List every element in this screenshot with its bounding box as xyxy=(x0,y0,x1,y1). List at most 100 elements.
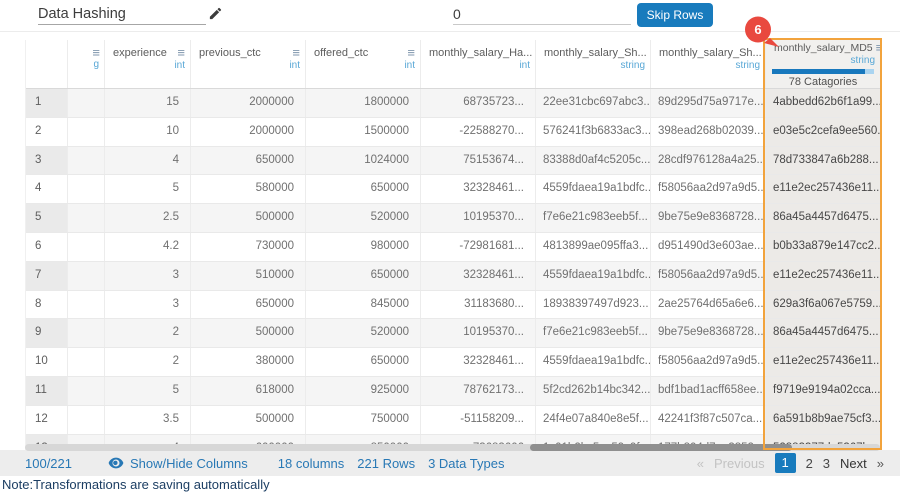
column-menu-icon[interactable]: ≡ xyxy=(177,47,185,58)
partial-column-cell xyxy=(68,89,105,117)
column-title: offered_ctc xyxy=(314,47,368,59)
table-cell: f58056aa2d97a9d5... xyxy=(651,262,766,290)
column-header-monthly_salary_Sh1[interactable]: monthly_salary_Sh...≡string xyxy=(536,40,651,88)
table-cell: 380000 xyxy=(191,348,306,376)
column-menu-icon[interactable]: ≡ xyxy=(292,47,300,58)
table-row: 10238000065000032328461...4559fdaea19a1b… xyxy=(26,348,881,377)
column-header-title-row: monthly_salary_MD5≡ xyxy=(766,40,880,54)
table-cell: 32328461... xyxy=(421,262,536,290)
table-cell: 83388d0af4c5205c... xyxy=(536,147,651,175)
table-cell: 980000 xyxy=(306,233,421,261)
column-menu-icon[interactable]: ≡ xyxy=(92,47,100,58)
category-progress-fill xyxy=(772,69,865,74)
dataset-stats: 18 columns 221 Rows 3 Data Types xyxy=(278,456,505,471)
table-cell: 9be75e9e8368728... xyxy=(651,204,766,232)
column-header-partial[interactable]: ≡g xyxy=(68,40,105,88)
table-cell: 78d733847a6b288... xyxy=(766,147,881,175)
pagination-page-1[interactable]: 1 xyxy=(775,453,796,473)
pagination-last-arrow[interactable]: » xyxy=(877,456,884,471)
table-cell: 520000 xyxy=(306,319,421,347)
transformation-title-input[interactable] xyxy=(38,4,206,25)
row-number: 8 xyxy=(26,291,68,319)
table-cell: 2ae25764d65a6e6... xyxy=(651,291,766,319)
table-cell: 22ee31cbc697abc3... xyxy=(536,89,651,117)
column-header-monthly_salary_MD5[interactable]: monthly_salary_MD5≡string78 Catagories xyxy=(766,40,881,88)
table-cell: 500000 xyxy=(191,319,306,347)
column-type-label: int xyxy=(421,59,535,71)
table-body: 1152000000180000068735723...22ee31cbc697… xyxy=(26,89,881,450)
table-cell: 618000 xyxy=(191,377,306,405)
row-number: 7 xyxy=(26,262,68,290)
partial-column-cell xyxy=(68,147,105,175)
table-cell: 3 xyxy=(105,291,191,319)
column-header-monthly_salary_Ha[interactable]: monthly_salary_Ha...≡int xyxy=(421,40,536,88)
show-hide-columns-button[interactable]: Show/Hide Columns xyxy=(108,456,248,471)
skip-rows-input[interactable] xyxy=(453,4,631,25)
column-header-previous_ctc[interactable]: previous_ctc≡int xyxy=(191,40,306,88)
table-cell: 68735723... xyxy=(421,89,536,117)
table-cell: 730000 xyxy=(191,233,306,261)
horizontal-scrollbar-thumb[interactable] xyxy=(530,444,792,451)
column-menu-icon[interactable]: ≡ xyxy=(876,42,881,53)
table-cell: 4 xyxy=(105,147,191,175)
datatypes-stat: 3 Data Types xyxy=(428,456,504,471)
table-cell: 9be75e9e8368728... xyxy=(651,319,766,347)
table-cell: 650000 xyxy=(191,147,306,175)
table-cell: 2 xyxy=(105,319,191,347)
step-count-badge: 6 xyxy=(741,16,781,55)
column-menu-icon[interactable]: ≡ xyxy=(407,47,415,58)
table-cell: 650000 xyxy=(191,291,306,319)
column-header-offered_ctc[interactable]: offered_ctc ≡int xyxy=(306,40,421,88)
column-type-label: g xyxy=(68,58,104,70)
table-cell: 31183680... xyxy=(421,291,536,319)
row-number: 3 xyxy=(26,147,68,175)
rows-stat: 221 Rows xyxy=(357,456,415,471)
column-header-experience[interactable]: experience≡int xyxy=(105,40,191,88)
row-count-indicator: 100/221 xyxy=(25,456,72,471)
table-cell: 5 xyxy=(105,175,191,203)
autosave-note: Note:Transformations are saving automati… xyxy=(2,477,270,492)
table-cell: 576241f3b6833ac3... xyxy=(536,118,651,146)
table-cell: d951490d3e603ae... xyxy=(651,233,766,261)
column-title: monthly_salary_MD5 xyxy=(774,42,873,54)
column-title: previous_ctc xyxy=(199,47,261,59)
table-cell: 650000 xyxy=(306,348,421,376)
table-cell: 1024000 xyxy=(306,147,421,175)
show-hide-columns-label: Show/Hide Columns xyxy=(130,456,248,471)
partial-column-cell xyxy=(68,233,105,261)
table-cell: f9719e9194a02cca... xyxy=(766,377,881,405)
table-cell: 925000 xyxy=(306,377,421,405)
pagination-previous[interactable]: Previous xyxy=(714,456,765,471)
table-cell: 510000 xyxy=(191,262,306,290)
pagination-page-2[interactable]: 2 xyxy=(806,456,813,471)
pagination: « Previous 1 2 3 Next » xyxy=(697,453,884,473)
table-cell: e11e2ec257436e11... xyxy=(766,262,881,290)
table-cell: f7e6e21c983eeb5f... xyxy=(536,319,651,347)
row-number: 12 xyxy=(26,406,68,434)
partial-column-cell xyxy=(68,175,105,203)
table-row: 34650000102400075153674...83388d0af4c520… xyxy=(26,147,881,176)
table-cell: 5f2cd262b14bc342... xyxy=(536,377,651,405)
table-cell: 650000 xyxy=(306,175,421,203)
pagination-first-arrow[interactable]: « xyxy=(697,456,704,471)
table-cell: 10195370... xyxy=(421,204,536,232)
table-row: 7351000065000032328461...4559fdaea19a1bd… xyxy=(26,262,881,291)
table-cell: 6a591b8b9ae75cf3... xyxy=(766,406,881,434)
table-cell: 629a3f6a067e5759... xyxy=(766,291,881,319)
skip-rows-button[interactable]: Skip Rows xyxy=(637,3,713,27)
row-number: 1 xyxy=(26,89,68,117)
pagination-page-3[interactable]: 3 xyxy=(823,456,830,471)
table-cell: -51158209... xyxy=(421,406,536,434)
column-title: monthly_salary_Sh... xyxy=(544,47,647,59)
table-cell: 4.2 xyxy=(105,233,191,261)
partial-column-cell xyxy=(68,377,105,405)
table-cell: 32328461... xyxy=(421,175,536,203)
table-cell: 1800000 xyxy=(306,89,421,117)
column-header-title-row: ≡ xyxy=(68,40,104,58)
partial-column-cell xyxy=(68,262,105,290)
table-cell: 500000 xyxy=(191,204,306,232)
column-type-label: int xyxy=(306,59,420,71)
edit-pencil-icon[interactable] xyxy=(208,6,223,26)
horizontal-scrollbar-track[interactable] xyxy=(25,444,880,451)
pagination-next[interactable]: Next xyxy=(840,456,867,471)
